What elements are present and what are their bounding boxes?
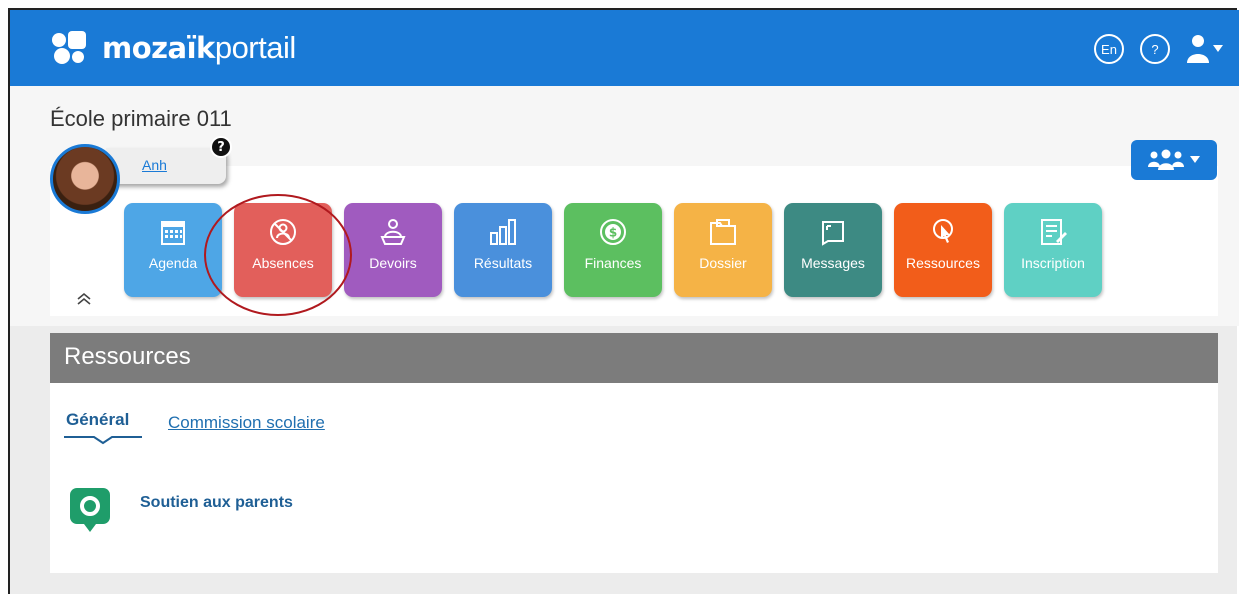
user-icon: [1187, 35, 1209, 63]
panel-header: Ressources: [50, 333, 1218, 383]
student-help-badge[interactable]: ?: [210, 136, 232, 158]
school-name: École primaire 011: [50, 106, 232, 131]
app-name: mozaïkportail: [102, 30, 296, 65]
homework-person-icon: [380, 219, 406, 245]
active-tab-indicator: [64, 436, 142, 445]
tile-label: Résultats: [473, 255, 533, 271]
tile-devoirs[interactable]: Devoirs: [344, 203, 442, 297]
panel-body: Général Commission scolaire Soutien aux …: [50, 383, 1218, 573]
tile-messages[interactable]: Messages: [784, 203, 882, 297]
user-menu-button[interactable]: [1186, 34, 1223, 64]
bar-chart-icon: [490, 219, 516, 245]
tile-finances[interactable]: $ Finances: [564, 203, 662, 297]
form-edit-icon: [1041, 219, 1067, 245]
tile-label: Finances: [584, 255, 642, 271]
top-navigation-bar: mozaïkportail En ?: [10, 10, 1239, 86]
children-selector-button[interactable]: [1131, 140, 1217, 180]
tile-label: Agenda: [148, 255, 198, 271]
caret-down-icon: [1213, 45, 1223, 52]
student-name-link[interactable]: Anh: [142, 157, 167, 173]
folder-icon: [710, 219, 736, 245]
svg-text:$: $: [609, 226, 617, 240]
tab-general[interactable]: Général: [66, 410, 129, 430]
tile-label: Messages: [801, 255, 865, 271]
app-logo[interactable]: mozaïkportail: [52, 26, 296, 70]
top-actions: En ?: [1094, 34, 1223, 64]
tile-label: Inscription: [1021, 255, 1085, 271]
highlight-circle-annotation: [204, 194, 352, 316]
collapse-tiles-icon[interactable]: [76, 292, 92, 310]
student-card[interactable]: Anh: [106, 148, 226, 184]
browser-frame: mozaïkportail En ? École primaire 011 An…: [8, 8, 1239, 594]
tab-commission-scolaire[interactable]: Commission scolaire: [168, 413, 325, 433]
student-avatar[interactable]: [50, 144, 120, 214]
tile-dossier[interactable]: Dossier: [674, 203, 772, 297]
tile-label: Devoirs: [369, 255, 417, 271]
group-users-icon: [1148, 149, 1184, 170]
panel-title: Ressources: [64, 343, 191, 370]
dollar-coin-icon: $: [600, 219, 626, 245]
school-header: École primaire 011 Anh ? Agenda Absences…: [10, 86, 1239, 326]
resource-link-soutien-parents[interactable]: Soutien aux parents: [140, 494, 293, 512]
caret-down-icon: [1190, 156, 1200, 163]
support-bubble-icon[interactable]: [70, 486, 110, 534]
tile-ressources[interactable]: Ressources: [894, 203, 992, 297]
language-button[interactable]: En: [1094, 34, 1124, 64]
calendar-icon: [161, 221, 185, 245]
tile-inscription[interactable]: Inscription: [1004, 203, 1102, 297]
help-button[interactable]: ?: [1140, 34, 1170, 64]
resource-pointer-icon: [933, 219, 953, 243]
tile-resultats[interactable]: Résultats: [454, 203, 552, 297]
message-note-icon: [822, 221, 844, 246]
tile-label: Dossier: [699, 255, 747, 271]
logo-dots-icon: [52, 31, 92, 65]
tile-label: Ressources: [906, 255, 980, 271]
